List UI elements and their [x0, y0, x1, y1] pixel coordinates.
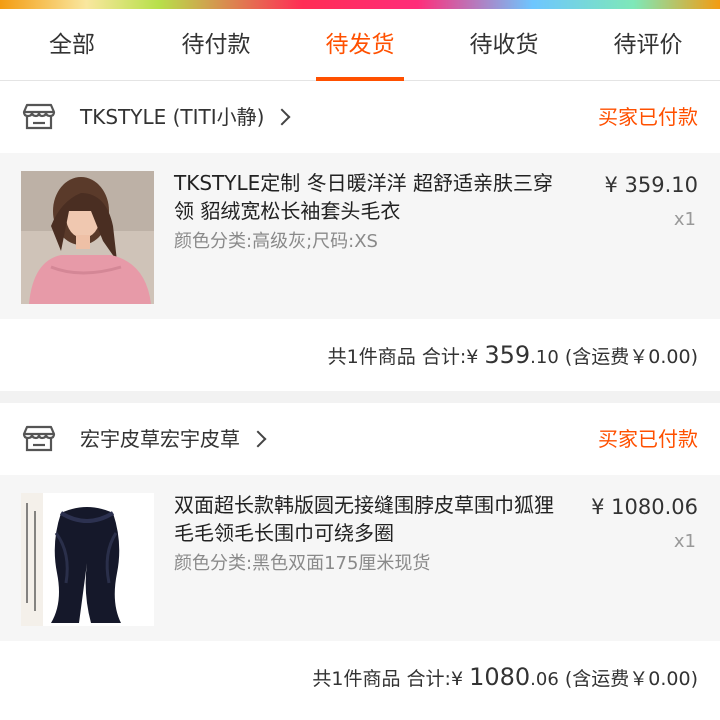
chevron-right-icon: [249, 430, 267, 448]
order-status-tabs: 全部 待付款 待发货 待收货 待评价: [0, 9, 720, 81]
total-decimal: .10: [530, 347, 559, 368]
tab-pending-review[interactable]: 待评价: [576, 9, 720, 81]
item-count: 共1件商品: [312, 668, 401, 690]
order-summary: 共1件商品 合计:¥ 1080.06 (含运费￥0.00): [0, 641, 720, 713]
currency-symbol: ¥: [450, 668, 464, 690]
product-quantity: x1: [673, 531, 696, 552]
total-label: 合计:: [421, 346, 467, 368]
order-summary: 共1件商品 合计:¥ 359.10 (含运费￥0.00): [0, 319, 720, 391]
order-item[interactable]: TKSTYLE定制 冬日暖洋洋 超舒适亲肤三穿领 貂绒宽松长袖套头毛衣 颜色分类…: [0, 153, 720, 319]
tab-label: 待评价: [613, 32, 683, 58]
total-label: 合计:: [406, 668, 451, 690]
product-quantity: x1: [673, 209, 696, 230]
total-integer: 1080: [469, 663, 531, 691]
order-item[interactable]: 双面超长款韩版圆无接缝围脖皮草围巾狐狸毛毛领毛长围巾可绕多圈 颜色分类:黑色双面…: [0, 475, 720, 641]
shop-header[interactable]: TKSTYLE (TITI小静) 买家已付款: [0, 81, 720, 153]
order-status: 买家已付款: [598, 105, 698, 129]
tab-label: 待收货: [469, 32, 539, 58]
shop-header[interactable]: 宏宇皮草宏宇皮草 买家已付款: [0, 403, 720, 475]
shop-name: 宏宇皮草宏宇皮草: [80, 427, 240, 451]
product-title[interactable]: 双面超长款韩版圆无接缝围脖皮草围巾狐狸毛毛领毛长围巾可绕多圈: [174, 491, 564, 547]
tab-pending-receipt[interactable]: 待收货: [432, 9, 576, 81]
product-thumbnail[interactable]: [21, 493, 154, 626]
tab-label: 全部: [49, 32, 95, 58]
tab-label: 待发货: [325, 32, 395, 58]
tab-label: 待付款: [181, 32, 251, 58]
shop-name-link[interactable]: 宏宇皮草宏宇皮草: [80, 403, 267, 475]
tab-pending-payment[interactable]: 待付款: [144, 9, 288, 81]
product-sku: 颜色分类:高级灰;尺码:XS: [174, 231, 378, 252]
order-card: TKSTYLE (TITI小静) 买家已付款 TKSTYLE定制 冬日暖洋洋 超…: [0, 81, 720, 391]
total-integer: 359: [484, 341, 531, 369]
shop-icon: [22, 425, 56, 452]
tab-all[interactable]: 全部: [0, 9, 144, 81]
item-count: 共1件商品: [327, 346, 416, 368]
total-decimal: .06: [530, 669, 559, 690]
order-status: 买家已付款: [598, 427, 698, 451]
order-card: 宏宇皮草宏宇皮草 买家已付款 双面超长款韩版圆无接缝围脖皮草围巾狐狸毛毛领毛长围…: [0, 403, 720, 720]
product-price: ¥ 359.10: [604, 173, 698, 197]
chevron-right-icon: [273, 108, 291, 126]
shop-icon: [22, 103, 56, 130]
product-sku: 颜色分类:黑色双面175厘米现货: [174, 553, 431, 574]
shop-name: TKSTYLE (TITI小静): [80, 105, 265, 129]
top-color-stripe: [0, 0, 720, 9]
shipping-fee: (含运费￥0.00): [564, 346, 698, 368]
shipping-fee: (含运费￥0.00): [564, 668, 698, 690]
product-price: ¥ 1080.06: [591, 495, 698, 519]
product-title[interactable]: TKSTYLE定制 冬日暖洋洋 超舒适亲肤三穿领 貂绒宽松长袖套头毛衣: [174, 169, 564, 225]
shop-name-link[interactable]: TKSTYLE (TITI小静): [80, 81, 291, 153]
currency-symbol: ¥: [466, 346, 479, 368]
product-thumbnail[interactable]: [21, 171, 154, 304]
tab-pending-shipment[interactable]: 待发货: [288, 9, 432, 81]
